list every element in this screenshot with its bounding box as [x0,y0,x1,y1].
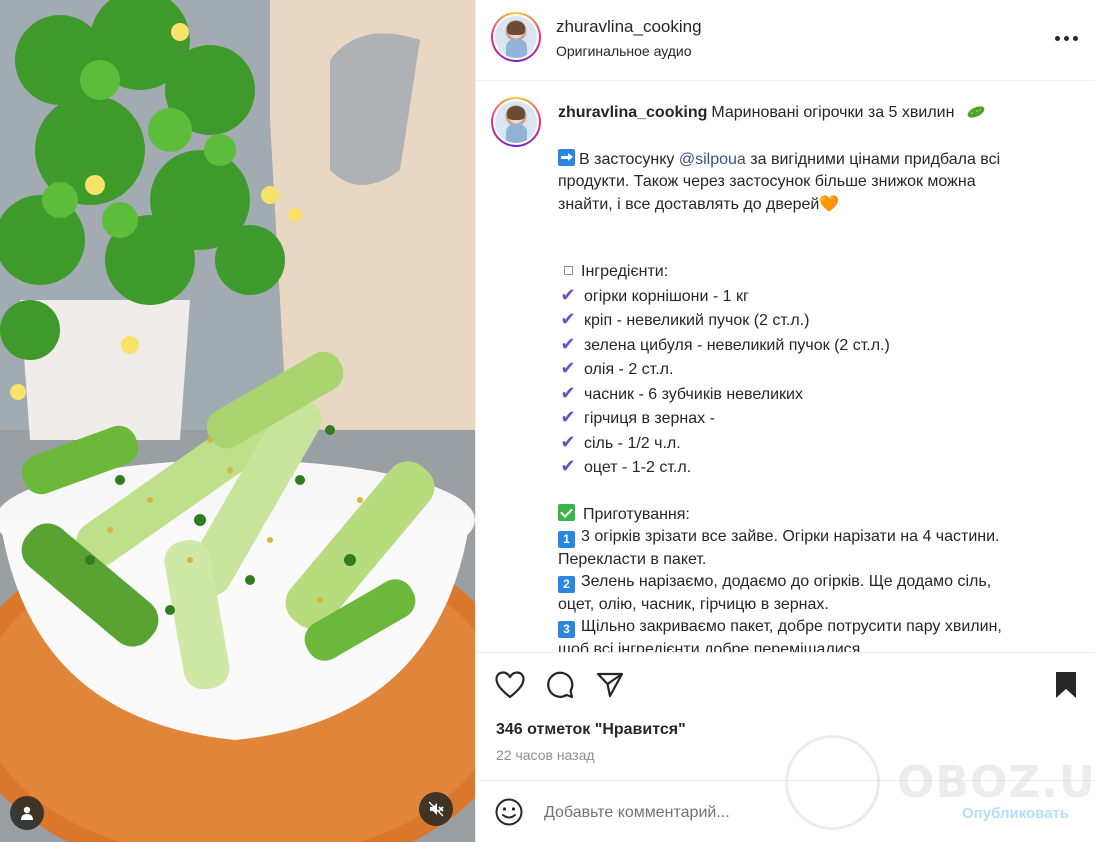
bookmark-icon [1056,672,1076,698]
post-photo [0,0,475,842]
action-bar [476,652,1095,714]
step-line: Перекласти в пакет. [558,550,707,568]
caption-area: zhuravlina_cooking Мариновані огірочки за… [476,82,1095,652]
like-button[interactable] [494,669,526,701]
mute-button[interactable] [419,792,453,826]
caption-avatar[interactable] [491,97,541,147]
intro-line-3: знайти, і все доставлять до дверей🧡 [558,195,840,213]
step-line: 13 огірків зрізати все зайве. Огірки нар… [558,526,1058,549]
comment-icon [547,671,574,699]
checkmark-icon: ✔ [560,333,576,354]
post-timestamp[interactable]: 22 часов назад [496,747,595,763]
post-header: zhuravlina_cooking Оригинальное аудио [476,0,1095,81]
step-line: 3 Щільно закриваємо пакет, добре потрусит… [558,616,1058,639]
ingredients-heading: Інгредієнти: [558,261,1058,284]
checkmark-icon: ✔ [560,456,576,476]
caption-title: Мариновані огірочки за 5 хвилин [711,104,955,121]
checkmark-icon: ✔ [560,358,576,378]
step-line: 2 Зелень нарізаємо, додаємо до огірків. Щ… [558,571,1058,594]
mention-link[interactable]: @silpoua [679,151,746,168]
send-icon [596,672,624,698]
smiley-icon [495,798,523,826]
emoji-button[interactable] [494,797,526,829]
comment-button[interactable] [544,669,576,701]
publish-button[interactable]: Опубликовать [962,805,1069,822]
ingredient-item: ✔ олія - 2 ст.л. [558,357,1058,382]
user-icon [21,806,33,820]
heart-icon [495,671,525,699]
ingredient-item: ✔ оцет - 1-2 ст.л. [558,455,1058,480]
checkmark-icon: ✔ [560,284,576,305]
number-1-icon: 1 [558,531,575,548]
ingredient-item: ✔ зелена цибуля - невеликий пучок (2 ст.л… [558,333,1058,358]
ingredient-item: ✔ огірки корнішони - 1 кг [558,284,1058,309]
preparation-heading: Приготування: [558,503,1058,527]
checkmark-icon: ✔ [560,382,576,403]
ingredient-item: ✔ сіль - 1/2 ч.л. [558,431,1058,456]
caption-text: zhuravlina_cooking Мариновані огірочки за… [558,102,1058,652]
checkmark-icon: ✔ [560,309,576,329]
comment-input[interactable] [544,801,944,825]
comment-bar: Опубликовать [476,780,1095,842]
likes-count[interactable]: 346 отметок "Нравится" [496,721,686,739]
username-link[interactable]: zhuravlina_cooking [556,17,702,37]
step-line: щоб всі інгредієнти добре перемішалися. [558,640,865,653]
checkmark-icon: ✔ [560,431,576,452]
post-media[interactable] [0,0,475,842]
avatar[interactable] [491,12,541,62]
intro-line-2: продукти. Також через застосунок більше … [558,173,976,190]
square-icon [564,266,573,275]
ingredient-item: ✔ часник - 6 зубчиків невеликих [558,382,1058,407]
arrow-right-icon [558,148,575,166]
more-dots-icon [1054,35,1060,41]
audio-link[interactable]: Оригинальное аудио [556,43,692,59]
intro-line-1: В застосунку @silpoua за вигідними цінам… [558,148,1058,172]
orange-heart-icon: 🧡 [819,195,840,213]
number-2-icon: 2 [558,576,575,593]
ingredient-item: ✔ кріп - невеликий пучок (2 ст.л.) [558,308,1058,333]
save-button[interactable] [1050,669,1082,701]
ingredient-item: ✔ гірчиця в зернах - [558,406,1058,431]
speaker-muted-icon [428,801,444,817]
tagged-users-button[interactable] [10,796,44,830]
checkmark-icon: ✔ [560,407,576,427]
caption-username[interactable]: zhuravlina_cooking [558,104,707,121]
number-3-icon: 3 [558,621,575,638]
share-button[interactable] [594,669,626,701]
more-options-button[interactable] [1051,26,1081,50]
check-box-icon [558,503,575,521]
post-details-panel: zhuravlina_cooking Оригинальное аудио zh… [475,0,1095,842]
cucumber-icon [967,106,985,118]
step-line: оцет, олію, часник, гірчицю в зернах. [558,595,829,613]
